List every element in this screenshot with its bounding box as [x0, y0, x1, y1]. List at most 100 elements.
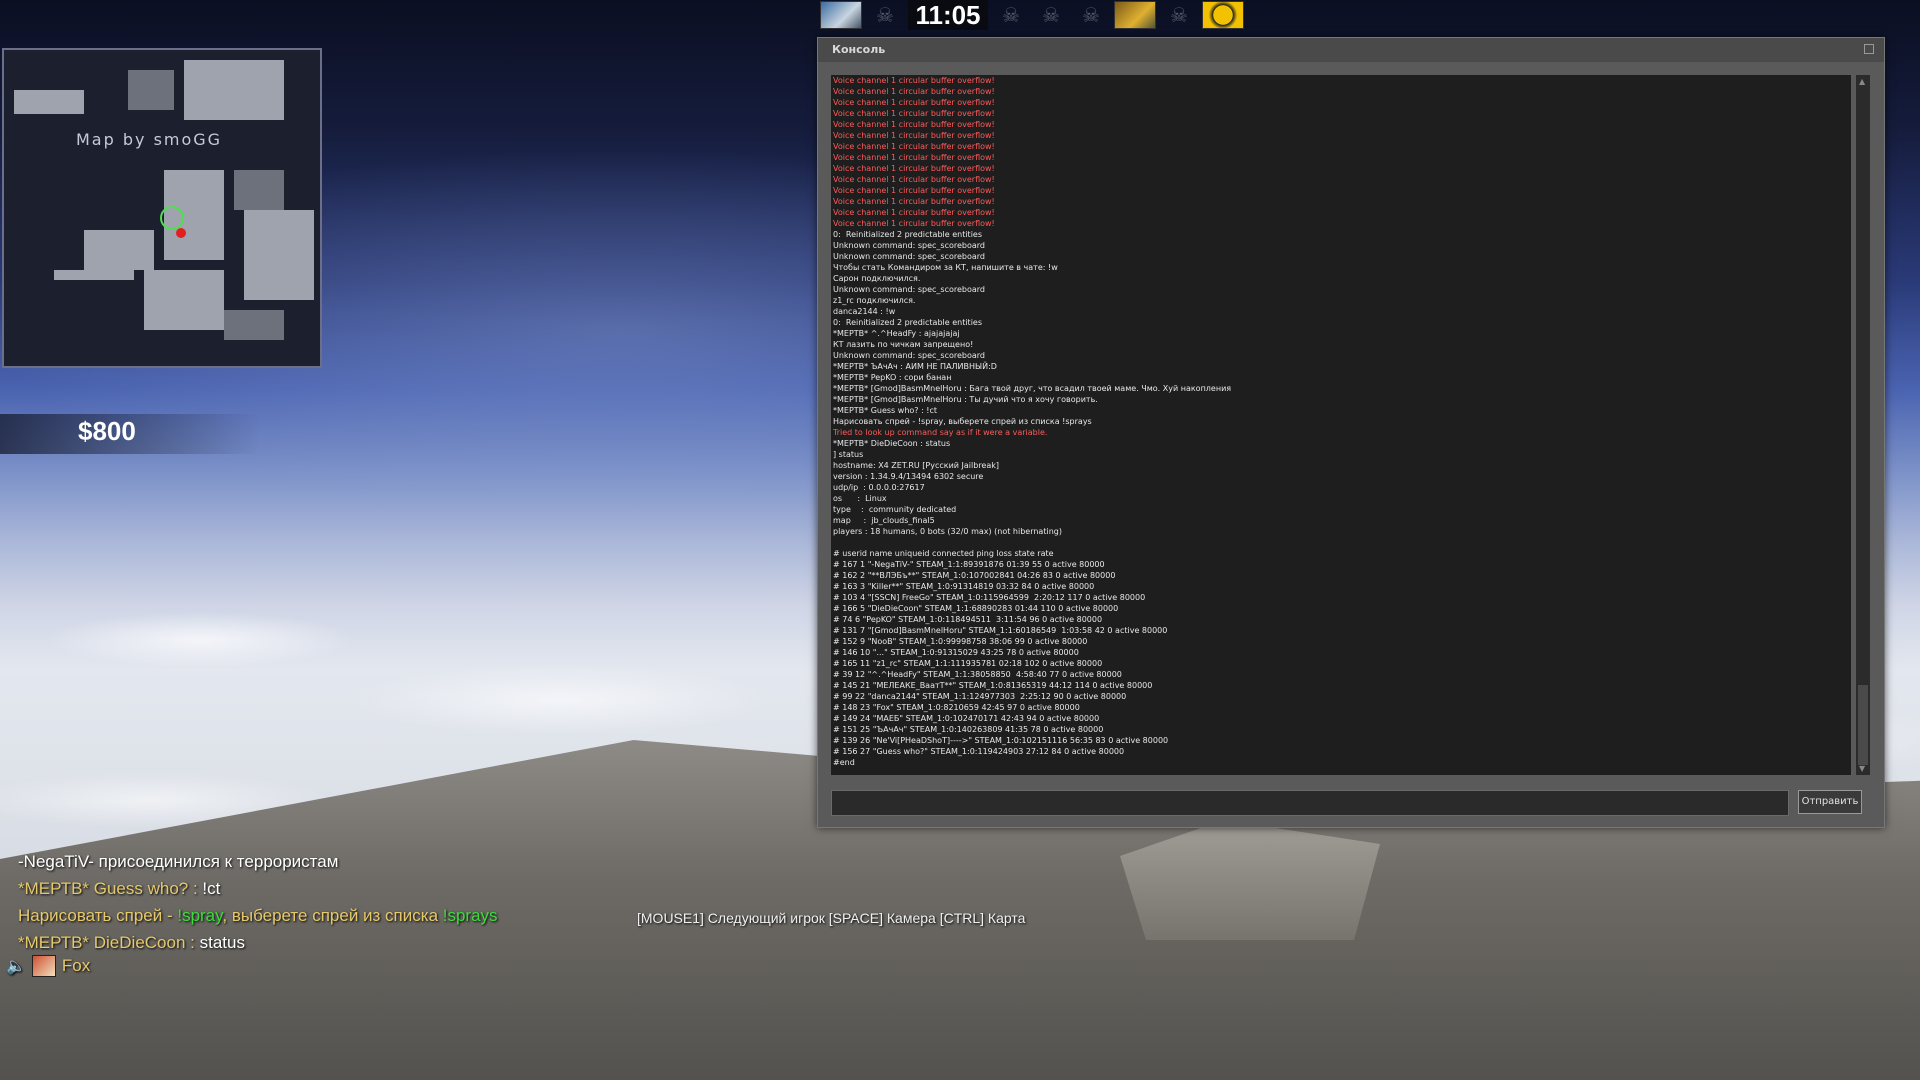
console-line: map : jb_clouds_final5: [833, 516, 935, 525]
console-line: Voice channel 1 circular buffer overflow…: [833, 186, 995, 195]
scroll-down-icon[interactable]: ▼: [1859, 764, 1865, 773]
console-line: # 149 24 "МАЕБ" STEAM_1:0:102470171 42:4…: [833, 714, 1100, 723]
console-line: *МЕРТВ* ^.^HeadFy : ajajajajaj: [833, 329, 960, 338]
voice-indicator: 🔈 Fox: [6, 955, 90, 977]
team-hud: ☠ 11:05 ☠ ☠ ☠ ☠: [820, 0, 1244, 30]
scroll-thumb[interactable]: [1858, 685, 1868, 765]
player-avatar: [1114, 1, 1156, 29]
chat-message: Нарисовать спрей - !spray, выберете спре…: [18, 902, 498, 929]
console-line: Voice channel 1 circular buffer overflow…: [833, 131, 995, 140]
console-line: Unknown command: spec_scoreboard: [833, 351, 986, 360]
chat-message: -NegaTiV- присоединился к террористам: [18, 848, 498, 875]
chat-segment: Нарисовать спрей -: [18, 906, 178, 925]
chat-segment: *МЕРТВ* Guess who? :: [18, 879, 203, 898]
console-line: КТ лазить по чичкам запрещено!: [833, 340, 974, 349]
enemy-marker-icon: [176, 228, 186, 238]
console-line: danca2144 : !w: [833, 307, 896, 316]
skull-icon: ☠: [1042, 3, 1060, 27]
console-line: ] status: [833, 450, 864, 459]
console-line: version : 1.34.9.4/13494 6302 secure: [833, 472, 984, 481]
console-title: Консоль: [832, 43, 886, 56]
console-line: Voice channel 1 circular buffer overflow…: [833, 120, 995, 129]
console-line: # 152 9 "NooB" STEAM_1:0:99998758 38:06 …: [833, 637, 1088, 646]
console-line: Unknown command: spec_scoreboard: [833, 241, 986, 250]
console-line: os : Linux: [833, 494, 887, 503]
console-line: Сарон подключился.: [833, 274, 921, 283]
console-line: Voice channel 1 circular buffer overflow…: [833, 98, 995, 107]
close-icon[interactable]: [1864, 44, 1874, 54]
console-line: Tried to look up command say as if it we…: [833, 428, 1048, 437]
console-line: hostname: X4 ZET.RU [Русский Jailbreak]: [833, 461, 1000, 470]
console-line: *МЕРТВ* ЪАчАч : АИМ НЕ ПАЛИВНЫЙ:D: [833, 362, 997, 371]
player-avatar: [820, 1, 862, 29]
console-line: udp/ip : 0.0.0.0:27617: [833, 483, 925, 492]
chat-segment: status: [199, 933, 245, 952]
skull-icon: ☠: [1170, 3, 1188, 27]
console-line: # 146 10 "..." STEAM_1:0:91315029 43:25 …: [833, 648, 1079, 657]
console-line: # 151 25 "ЪАчАч" STEAM_1:0:140263809 41:…: [833, 725, 1104, 734]
chat-segment: !sprays: [442, 906, 498, 925]
console-line: Voice channel 1 circular buffer overflow…: [833, 76, 995, 85]
console-line: Voice channel 1 circular buffer overflow…: [833, 197, 995, 206]
console-log: Voice channel 1 circular buffer overflow…: [831, 75, 1851, 775]
console-line: # 148 23 "Fox" STEAM_1:0:8210659 42:45 9…: [833, 703, 1080, 712]
console-line: Voice channel 1 circular buffer overflow…: [833, 109, 995, 118]
spectator-hint: [MOUSE1] Следующий игрок [SPACE] Камера …: [637, 910, 1026, 926]
avatar: [31, 955, 56, 977]
console-line: # 162 2 "**ВЛЭБъ**" STEAM_1:0:107002841 …: [833, 571, 1116, 580]
console-scrollbar[interactable]: ▲ ▼: [1856, 75, 1870, 775]
console-line: # 163 3 "Killer**" STEAM_1:0:91314819 03…: [833, 582, 1095, 591]
console-line: # 167 1 "-NegaTiV-" STEAM_1:1:89391876 0…: [833, 560, 1105, 569]
money-amount: $800: [78, 416, 136, 446]
player-marker-icon: [160, 206, 184, 230]
round-timer: 11:05: [908, 0, 988, 30]
console-titlebar[interactable]: Консоль: [818, 38, 1884, 62]
money-panel: $800: [0, 414, 260, 454]
console-line: z1_rc подключился.: [833, 296, 916, 305]
console-line: Unknown command: spec_scoreboard: [833, 285, 986, 294]
console-line: # 99 22 "danca2144" STEAM_1:1:124977303 …: [833, 692, 1127, 701]
console-line: Voice channel 1 circular buffer overflow…: [833, 175, 995, 184]
console-line: # 74 6 "PepKO" STEAM_1:0:118494511 3:11:…: [833, 615, 1103, 624]
console-line: # 156 27 "Guess who?" STEAM_1:0:11942490…: [833, 747, 1125, 756]
console-line: # 103 4 "[SSCN] FreeGo" STEAM_1:0:115964…: [833, 593, 1146, 602]
console-line: *МЕРТВ* [Gmod]BasmMnelHoru : Бага твой д…: [833, 384, 1232, 393]
console-input[interactable]: [831, 790, 1789, 816]
console-line: #end: [833, 758, 855, 767]
player-avatar: [1202, 1, 1244, 29]
chat-segment: !spray: [177, 906, 223, 925]
console-line: # userid name uniqueid connected ping lo…: [833, 549, 1054, 558]
console-line: Voice channel 1 circular buffer overflow…: [833, 87, 995, 96]
console-line: Voice channel 1 circular buffer overflow…: [833, 208, 995, 217]
console-window: Консоль Voice channel 1 circular buffer …: [817, 37, 1885, 828]
scroll-up-icon[interactable]: ▲: [1859, 77, 1865, 86]
console-line: *МЕРТВ* Guess who? : !ct: [833, 406, 938, 415]
skull-icon: ☠: [1002, 3, 1020, 27]
console-line: players : 18 humans, 0 bots (32/0 max) (…: [833, 527, 1062, 536]
console-line: # 139 26 "Ne'Vi[PHeaDShoT]---->" STEAM_1…: [833, 736, 1169, 745]
console-line: type : community dedicated: [833, 505, 957, 514]
console-line: 0: Reinitialized 2 predictable entities: [833, 318, 983, 327]
skull-icon: ☠: [1082, 3, 1100, 27]
console-line: Voice channel 1 circular buffer overflow…: [833, 153, 995, 162]
voice-speaker-name: Fox: [61, 956, 91, 975]
skull-icon: ☠: [876, 3, 894, 27]
speaker-icon: 🔈: [6, 958, 26, 975]
send-button[interactable]: Отправить: [1798, 790, 1862, 814]
chat-message: *МЕРТВ* DieDieCoon : status: [18, 929, 498, 956]
console-line: # 166 5 "DieDieCoon" STEAM_1:1:68890283 …: [833, 604, 1119, 613]
console-line: Voice channel 1 circular buffer overflow…: [833, 142, 995, 151]
console-line: # 131 7 "[Gmod]BasmMnelHoru" STEAM_1:1:6…: [833, 626, 1168, 635]
chat-segment: , выберете спрей из списка: [222, 906, 443, 925]
console-line: *МЕРТВ* DieDieCoon : status: [833, 439, 951, 448]
chat-segment: *МЕРТВ* DieDieCoon :: [18, 933, 200, 952]
console-line: 0: Reinitialized 2 predictable entities: [833, 230, 983, 239]
console-line: Чтобы стать Командиром за КТ, напишите в…: [833, 263, 1058, 272]
console-line: Unknown command: spec_scoreboard: [833, 252, 986, 261]
console-line: # 145 21 "МЕЛЕАКЕ_ВаатТ**" STEAM_1:0:813…: [833, 681, 1153, 690]
console-line: Нарисовать спрей - !spray, выберете спре…: [833, 417, 1092, 426]
minimap: Map by smoGG: [2, 48, 322, 368]
console-line: Voice channel 1 circular buffer overflow…: [833, 164, 995, 173]
chat-feed: -NegaTiV- присоединился к террористам *МЕ…: [18, 848, 498, 956]
